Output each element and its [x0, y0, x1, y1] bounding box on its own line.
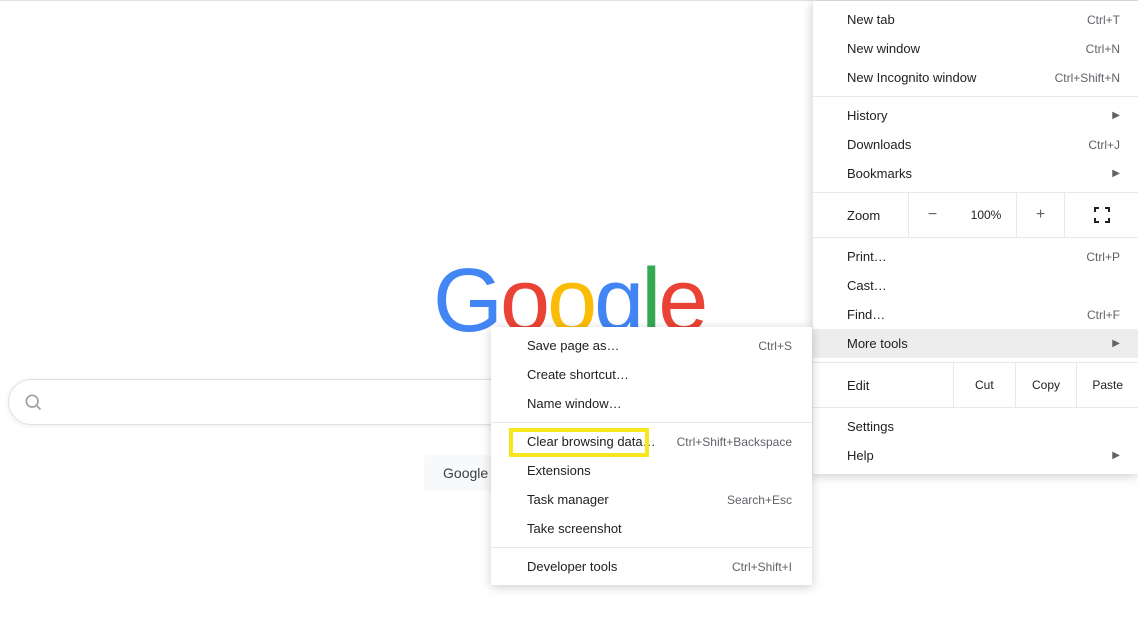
- menu-label: Take screenshot: [527, 521, 622, 536]
- menu-label: Name window…: [527, 396, 622, 411]
- menu-label: More tools: [847, 336, 908, 351]
- zoom-in-button[interactable]: +: [1016, 193, 1064, 237]
- menu-label: Developer tools: [527, 559, 617, 574]
- menu-shortcut: Ctrl+P: [1086, 250, 1120, 264]
- menu-label: New window: [847, 41, 920, 56]
- menu-shortcut: Ctrl+F: [1087, 308, 1120, 322]
- zoom-out-button[interactable]: −: [908, 193, 956, 237]
- menu-settings[interactable]: Settings: [813, 412, 1138, 441]
- menu-bookmarks[interactable]: Bookmarks ▶: [813, 159, 1138, 188]
- menu-print[interactable]: Print… Ctrl+P: [813, 242, 1138, 271]
- fullscreen-icon: [1094, 207, 1110, 223]
- menu-downloads[interactable]: Downloads Ctrl+J: [813, 130, 1138, 159]
- submenu-clear-browsing-data[interactable]: Clear browsing data… Ctrl+Shift+Backspac…: [491, 427, 812, 456]
- menu-label: New tab: [847, 12, 895, 27]
- chevron-right-icon: ▶: [1112, 338, 1120, 349]
- menu-shortcut: Ctrl+N: [1086, 42, 1120, 56]
- menu-find[interactable]: Find… Ctrl+F: [813, 300, 1138, 329]
- menu-shortcut: Ctrl+J: [1088, 138, 1120, 152]
- menu-new-window[interactable]: New window Ctrl+N: [813, 34, 1138, 63]
- submenu-developer-tools[interactable]: Developer tools Ctrl+Shift+I: [491, 552, 812, 581]
- menu-label: Downloads: [847, 137, 911, 152]
- submenu-take-screenshot[interactable]: Take screenshot: [491, 514, 812, 543]
- zoom-label: Zoom: [813, 208, 908, 223]
- menu-shortcut: Search+Esc: [727, 493, 792, 507]
- submenu-task-manager[interactable]: Task manager Search+Esc: [491, 485, 812, 514]
- menu-label: Help: [847, 448, 874, 463]
- menu-label: New Incognito window: [847, 70, 976, 85]
- menu-label: Save page as…: [527, 338, 620, 353]
- separator: [491, 547, 812, 548]
- menu-label: Cast…: [847, 278, 887, 293]
- zoom-value: 100%: [956, 208, 1016, 222]
- menu-cast[interactable]: Cast…: [813, 271, 1138, 300]
- chevron-right-icon: ▶: [1112, 110, 1120, 121]
- chevron-right-icon: ▶: [1112, 168, 1120, 179]
- menu-label: Extensions: [527, 463, 591, 478]
- menu-help[interactable]: Help ▶: [813, 441, 1138, 470]
- chrome-main-menu: New tab Ctrl+T New window Ctrl+N New Inc…: [812, 1, 1138, 474]
- menu-shortcut: Ctrl+Shift+N: [1055, 71, 1120, 85]
- menu-label: Settings: [847, 419, 894, 434]
- menu-incognito[interactable]: New Incognito window Ctrl+Shift+N: [813, 63, 1138, 92]
- menu-label: Find…: [847, 307, 885, 322]
- menu-label: History: [847, 108, 887, 123]
- menu-new-tab[interactable]: New tab Ctrl+T: [813, 5, 1138, 34]
- menu-label: Bookmarks: [847, 166, 912, 181]
- separator: [491, 422, 812, 423]
- submenu-create-shortcut[interactable]: Create shortcut…: [491, 360, 812, 389]
- menu-shortcut: Ctrl+S: [758, 339, 792, 353]
- menu-label: Print…: [847, 249, 887, 264]
- search-icon: [23, 392, 43, 412]
- menu-label: Create shortcut…: [527, 367, 629, 382]
- menu-shortcut: Ctrl+T: [1087, 13, 1120, 27]
- menu-history[interactable]: History ▶: [813, 101, 1138, 130]
- zoom-row: Zoom − 100% +: [813, 193, 1138, 237]
- submenu-name-window[interactable]: Name window…: [491, 389, 812, 418]
- copy-button[interactable]: Copy: [1015, 363, 1077, 407]
- menu-shortcut: Ctrl+Shift+Backspace: [677, 435, 792, 449]
- paste-button[interactable]: Paste: [1076, 363, 1138, 407]
- edit-row: Edit Cut Copy Paste: [813, 363, 1138, 407]
- fullscreen-button[interactable]: [1064, 193, 1138, 237]
- chevron-right-icon: ▶: [1112, 450, 1120, 461]
- menu-more-tools[interactable]: More tools ▶: [813, 329, 1138, 358]
- menu-shortcut: Ctrl+Shift+I: [732, 560, 792, 574]
- submenu-extensions[interactable]: Extensions: [491, 456, 812, 485]
- cut-button[interactable]: Cut: [953, 363, 1015, 407]
- submenu-save-page[interactable]: Save page as… Ctrl+S: [491, 331, 812, 360]
- menu-label: Clear browsing data…: [527, 434, 656, 449]
- edit-label: Edit: [813, 363, 953, 407]
- menu-label: Task manager: [527, 492, 609, 507]
- more-tools-submenu: Save page as… Ctrl+S Create shortcut… Na…: [491, 327, 812, 585]
